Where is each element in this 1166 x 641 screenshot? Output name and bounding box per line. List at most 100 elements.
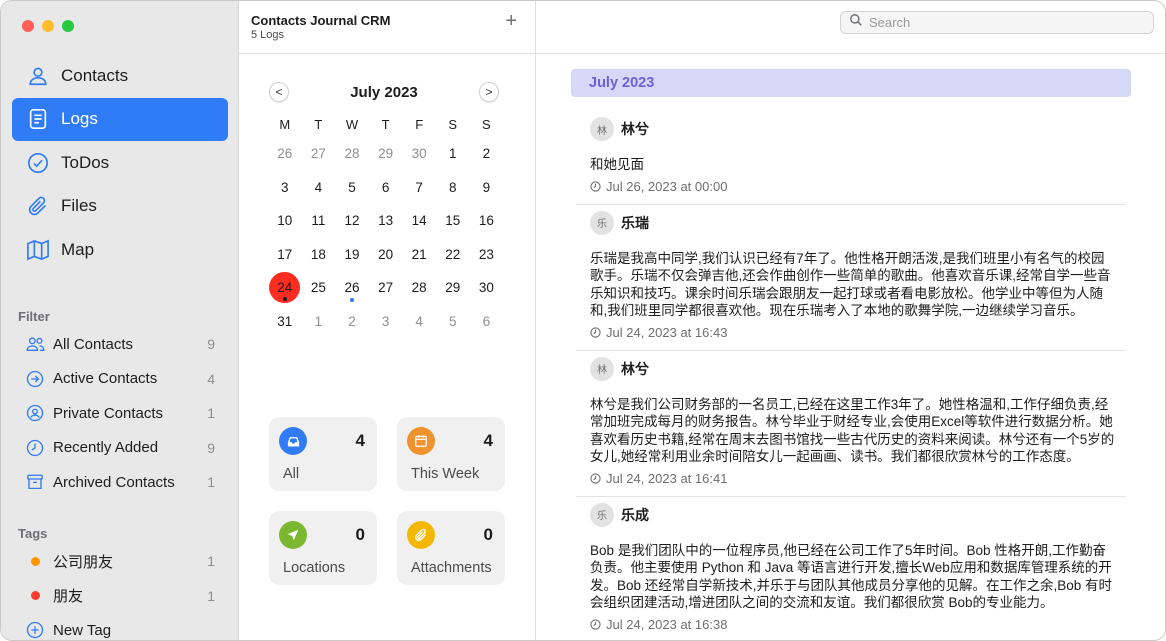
calendar-day[interactable]: 21 <box>402 238 436 272</box>
calendar-day[interactable]: 31 <box>268 305 302 339</box>
log-timestamp: Jul 24, 2023 at 16:43 <box>590 325 1126 340</box>
search-input[interactable] <box>869 15 1129 30</box>
card-count: 0 <box>355 525 365 544</box>
calendar-day[interactable]: 30 <box>402 137 436 171</box>
sidebar-item-files[interactable]: Files <box>12 185 228 228</box>
day-number: 12 <box>344 213 360 229</box>
filter-private-contacts[interactable]: Private Contacts 1 <box>25 396 215 431</box>
calendar-day[interactable]: 5 <box>335 171 369 205</box>
maximize-window-button[interactable] <box>62 20 74 32</box>
calendar-day[interactable]: 23 <box>470 238 504 272</box>
calendar-day[interactable]: 10 <box>268 204 302 238</box>
filter-active-contacts[interactable]: Active Contacts 4 <box>25 362 215 397</box>
filter-list: All Contacts 9 Active Contacts 4 Private… <box>25 327 215 500</box>
clock-icon <box>590 472 601 484</box>
filter-label: Archived Contacts <box>53 473 175 491</box>
calendar-day[interactable]: 4 <box>302 171 336 205</box>
card-this-week[interactable]: 4 This Week <box>397 417 505 491</box>
next-month-button[interactable]: > <box>479 82 499 102</box>
filter-all-contacts[interactable]: All Contacts 9 <box>25 327 215 362</box>
calendar-day[interactable]: 17 <box>268 238 302 272</box>
day-number: 1 <box>314 313 323 329</box>
filter-label: All Contacts <box>53 335 134 353</box>
calendar-day[interactable]: 3 <box>268 171 302 205</box>
filter-count: 1 <box>207 405 215 422</box>
calendar-day[interactable]: 6 <box>369 171 403 205</box>
new-tag-button[interactable]: New Tag <box>25 613 215 640</box>
day-number: 18 <box>310 246 326 262</box>
weekday-label: W <box>345 116 359 132</box>
sidebar-item-map[interactable]: Map <box>12 228 228 271</box>
log-entry-header: 乐 乐成 <box>590 502 1126 527</box>
calendar-day[interactable]: 19 <box>335 238 369 272</box>
calendar-day[interactable]: 11 <box>302 204 336 238</box>
day-number: 4 <box>314 179 323 195</box>
card-locations[interactable]: 0 Locations <box>269 511 377 585</box>
filter-count: 9 <box>207 336 215 353</box>
sidebar-item-label: Files <box>61 196 97 215</box>
tag-item[interactable]: 公司朋友 1 <box>25 544 215 579</box>
search-field[interactable] <box>840 11 1154 34</box>
calendar-day[interactable]: 28 <box>335 137 369 171</box>
calendar-day[interactable]: 29 <box>436 271 470 305</box>
calendar-day[interactable]: 29 <box>369 137 403 171</box>
card-all[interactable]: 4 All <box>269 417 377 491</box>
log-entry[interactable]: 乐 乐瑞 乐瑞是我高中同学,我们认识已经有7年了。他性格开朗活泼,是我们班里小有… <box>576 205 1126 351</box>
day-number: 23 <box>478 246 494 262</box>
calendar-day[interactable]: 1 <box>436 137 470 171</box>
calendar-day[interactable]: 6 <box>470 305 504 339</box>
log-detail-pane: July 2023 林 林兮 和她见面 Jul 26, 2023 at 00:0… <box>536 1 1165 641</box>
calendar-day[interactable]: 16 <box>470 204 504 238</box>
log-text: 和她见面 <box>590 157 644 172</box>
calendar-day[interactable]: 5 <box>436 305 470 339</box>
calendar-day[interactable]: 12 <box>335 204 369 238</box>
card-attachments[interactable]: 0 Attachments <box>397 511 505 585</box>
calendar-day[interactable]: 3 <box>369 305 403 339</box>
calendar-day[interactable]: 15 <box>436 204 470 238</box>
filter-recently-added[interactable]: Recently Added 9 <box>25 431 215 466</box>
checkmark-circle-icon <box>26 151 50 175</box>
window-controls <box>22 20 74 32</box>
calendar-day[interactable]: 20 <box>369 238 403 272</box>
contact-name: 乐成 <box>621 506 649 523</box>
previous-month-button[interactable]: < <box>269 82 289 102</box>
calendar-day[interactable]: 9 <box>470 171 504 205</box>
calendar-day[interactable]: 27 <box>302 137 336 171</box>
calendar-day[interactable]: 7 <box>402 171 436 205</box>
calendar-day[interactable]: 4 <box>402 305 436 339</box>
calendar-day[interactable]: 2 <box>335 305 369 339</box>
log-entries: 林 林兮 和她见面 Jul 26, 2023 at 00:00 乐 乐瑞 乐瑞是… <box>576 111 1126 641</box>
calendar-day[interactable]: 26 <box>335 271 369 305</box>
log-entry[interactable]: 乐 乐成 Bob 是我们团队中的一位程序员,他已经在公司工作了5年时间。Bob … <box>576 497 1126 641</box>
calendar-day[interactable]: 2 <box>470 137 504 171</box>
minimize-window-button[interactable] <box>42 20 54 32</box>
log-entry[interactable]: 林 林兮 和她见面 Jul 26, 2023 at 00:00 <box>576 111 1126 205</box>
calendar-day[interactable]: 1 <box>302 305 336 339</box>
calendar-day[interactable]: 13 <box>369 204 403 238</box>
paperclip-icon <box>407 521 435 549</box>
card-label: All <box>283 466 300 482</box>
log-entry[interactable]: 林 林兮 林兮是我们公司财务部的一名员工,已经在这里工作3年了。她性格温和,工作… <box>576 351 1126 497</box>
calendar-day[interactable]: 25 <box>302 271 336 305</box>
sidebar-item-todos[interactable]: ToDos <box>12 141 228 184</box>
calendar-day[interactable]: 30 <box>470 271 504 305</box>
calendar-day[interactable]: 26 <box>268 137 302 171</box>
tag-item[interactable]: 朋友 1 <box>25 579 215 614</box>
filter-archived-contacts[interactable]: Archived Contacts 1 <box>25 465 215 500</box>
calendar-day[interactable]: 22 <box>436 238 470 272</box>
calendar-day[interactable]: 27 <box>369 271 403 305</box>
calendar-day[interactable]: 18 <box>302 238 336 272</box>
sidebar-nav: Contacts Logs ToDos Files Map <box>12 54 228 272</box>
avatar: 乐 <box>590 502 614 527</box>
close-window-button[interactable] <box>22 20 34 32</box>
calendar-day[interactable]: 28 <box>402 271 436 305</box>
sidebar-item-logs[interactable]: Logs <box>12 97 228 141</box>
calendar-day-today[interactable]: 24 <box>268 271 302 305</box>
add-log-button[interactable]: + <box>505 11 517 31</box>
day-number: 2 <box>348 313 356 329</box>
calendar-day[interactable]: 14 <box>402 204 436 238</box>
sidebar-item-contacts[interactable]: Contacts <box>12 54 228 97</box>
tray-icon <box>279 427 307 455</box>
calendar-day[interactable]: 8 <box>436 171 470 205</box>
weekday-label: M <box>279 116 291 132</box>
